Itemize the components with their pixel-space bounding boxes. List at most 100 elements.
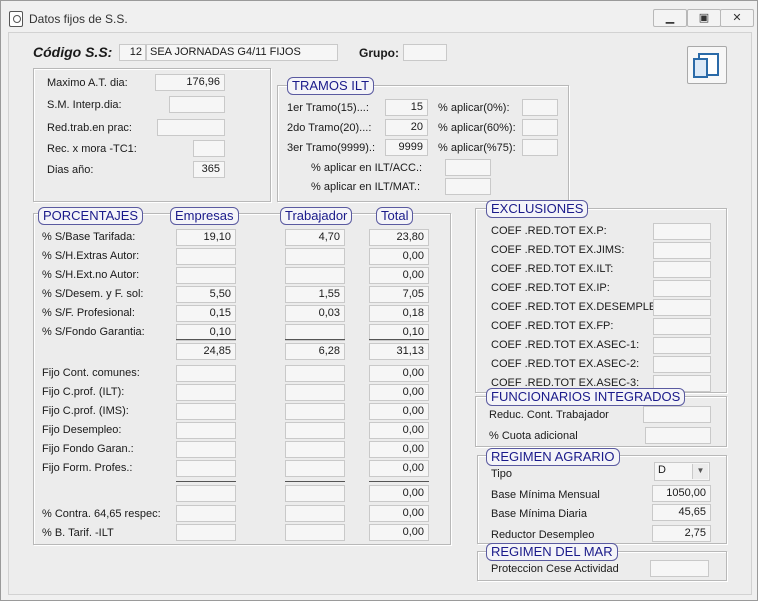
- ilt-acc-field[interactable]: [445, 159, 491, 176]
- aplicar3-field[interactable]: [522, 139, 558, 156]
- contra-trabajador[interactable]: [285, 505, 345, 522]
- cuota-label: % Cuota adicional: [489, 430, 578, 442]
- fijo-row-trabajador[interactable]: [285, 403, 345, 420]
- rec-mora-field[interactable]: [193, 140, 225, 157]
- fijo-row-empresas[interactable]: [176, 365, 236, 382]
- fijos-sum-total[interactable]: 0,00: [369, 485, 429, 502]
- sum-total[interactable]: 31,13: [369, 343, 429, 360]
- porcentaje-row-total[interactable]: 23,80: [369, 229, 429, 246]
- fijo-row-trabajador[interactable]: [285, 422, 345, 439]
- porcentaje-row-trabajador[interactable]: [285, 248, 345, 265]
- exclusion-row-field[interactable]: [653, 356, 711, 373]
- minimize-button[interactable]: ▁: [653, 9, 687, 27]
- fijo-row-total[interactable]: 0,00: [369, 441, 429, 458]
- fijo-row-trabajador[interactable]: [285, 441, 345, 458]
- tipo-select[interactable]: D ▼: [654, 462, 710, 481]
- porcentaje-row-trabajador[interactable]: 1,55: [285, 286, 345, 303]
- tramo2-label: 2do Tramo(20)...:: [287, 122, 372, 134]
- red-trab-label: Red.trab.en prac:: [47, 122, 132, 134]
- fijo-row-total[interactable]: 0,00: [369, 403, 429, 420]
- exclusion-row-field[interactable]: [653, 261, 711, 278]
- bmm-field[interactable]: 1050,00: [652, 485, 711, 502]
- reduc-label: Reduc. Cont. Trabajador: [489, 409, 609, 421]
- aplicar1-label: % aplicar(0%):: [438, 102, 510, 114]
- mar-title: REGIMEN DEL MAR: [486, 543, 618, 561]
- fijos-separator-emp: [176, 481, 236, 482]
- exclusion-row-label: COEF .RED.TOT EX.ASEC-2:: [491, 358, 640, 370]
- fijo-row-trabajador[interactable]: [285, 384, 345, 401]
- aplicar2-field[interactable]: [522, 119, 558, 136]
- sum-trabajador[interactable]: 6,28: [285, 343, 345, 360]
- fijo-row-label: Fijo Form. Profes.:: [42, 462, 133, 474]
- contra-total[interactable]: 0,00: [369, 505, 429, 522]
- fijo-row-empresas[interactable]: [176, 403, 236, 420]
- close-button[interactable]: ✕: [720, 9, 754, 27]
- exclusion-row-field[interactable]: [653, 299, 711, 316]
- aplicar3-label: % aplicar(%75):: [438, 142, 516, 154]
- fijo-row-total[interactable]: 0,00: [369, 365, 429, 382]
- fijo-row-empresas[interactable]: [176, 460, 236, 477]
- maximo-field[interactable]: 176,96: [155, 74, 225, 91]
- cuota-field[interactable]: [645, 427, 711, 444]
- fijo-row-empresas[interactable]: [176, 384, 236, 401]
- exclusion-row-field[interactable]: [653, 280, 711, 297]
- porcentaje-row-trabajador[interactable]: [285, 267, 345, 284]
- bmd-field[interactable]: 45,65: [652, 504, 711, 521]
- fijos-sum-trabajador[interactable]: [285, 485, 345, 502]
- exclusion-row-field[interactable]: [653, 337, 711, 354]
- exclusion-row-field[interactable]: [653, 318, 711, 335]
- btarif-total[interactable]: 0,00: [369, 524, 429, 541]
- fijo-row-trabajador[interactable]: [285, 460, 345, 477]
- porcentaje-row-total[interactable]: 7,05: [369, 286, 429, 303]
- fijo-row-total[interactable]: 0,00: [369, 422, 429, 439]
- contra-empresas[interactable]: [176, 505, 236, 522]
- fijo-row-trabajador[interactable]: [285, 365, 345, 382]
- ilt-mat-field[interactable]: [445, 178, 491, 195]
- porcentaje-row-empresas[interactable]: 5,50: [176, 286, 236, 303]
- exclusion-row-field[interactable]: [653, 223, 711, 240]
- sm-field[interactable]: [169, 96, 225, 113]
- app-icon: [9, 11, 23, 27]
- porcentaje-row-trabajador[interactable]: 0,03: [285, 305, 345, 322]
- exclusion-row-label: COEF .RED.TOT EX.DESEMPLEO:: [491, 301, 668, 313]
- btarif-trabajador[interactable]: [285, 524, 345, 541]
- sum-empresas[interactable]: 24,85: [176, 343, 236, 360]
- tramo3-field[interactable]: 9999: [385, 139, 428, 156]
- fijo-row-total[interactable]: 0,00: [369, 384, 429, 401]
- porcentaje-row-empresas[interactable]: 19,10: [176, 229, 236, 246]
- porcentaje-row-empresas[interactable]: 0,15: [176, 305, 236, 322]
- tramo1-field[interactable]: 15: [385, 99, 428, 116]
- red-trab-field[interactable]: [157, 119, 225, 136]
- reduc-field[interactable]: [643, 406, 711, 423]
- bmd-label: Base Mínima Diaria: [491, 508, 587, 520]
- codigo-number-field[interactable]: 12: [119, 44, 146, 61]
- tramo2-field[interactable]: 20: [385, 119, 428, 136]
- porcentaje-row-empresas[interactable]: [176, 248, 236, 265]
- rec-mora-label: Rec. x mora -TC1:: [47, 143, 137, 155]
- fijos-sum-empresas[interactable]: [176, 485, 236, 502]
- fijo-row-empresas[interactable]: [176, 441, 236, 458]
- proteccion-field[interactable]: [650, 560, 709, 577]
- grupo-field[interactable]: [403, 44, 447, 61]
- reductor-field[interactable]: 2,75: [652, 525, 711, 542]
- exclusion-row-field[interactable]: [653, 242, 711, 259]
- codigo-description-field[interactable]: SEA JORNADAS G4/11 FIJOS: [146, 44, 338, 61]
- btarif-empresas[interactable]: [176, 524, 236, 541]
- porcentaje-row-empresas[interactable]: [176, 267, 236, 284]
- agrario-title: REGIMEN AGRARIO: [486, 448, 620, 466]
- copy-button[interactable]: [687, 46, 727, 84]
- porcentaje-row-total[interactable]: 0,00: [369, 248, 429, 265]
- fijos-separator-trab: [285, 481, 345, 482]
- porcentaje-row-total[interactable]: 0,18: [369, 305, 429, 322]
- fijo-row-empresas[interactable]: [176, 422, 236, 439]
- chevron-down-icon[interactable]: ▼: [692, 464, 708, 479]
- dias-field[interactable]: 365: [193, 161, 225, 178]
- fijo-row-total[interactable]: 0,00: [369, 460, 429, 477]
- maximize-button[interactable]: ▣: [687, 9, 721, 27]
- porcentaje-row-total[interactable]: 0,00: [369, 267, 429, 284]
- col-total-header: Total: [376, 207, 414, 225]
- aplicar2-label: % aplicar(60%):: [438, 122, 516, 134]
- porcentaje-row-trabajador[interactable]: 4,70: [285, 229, 345, 246]
- sum-separator-emp: [176, 339, 236, 340]
- aplicar1-field[interactable]: [522, 99, 558, 116]
